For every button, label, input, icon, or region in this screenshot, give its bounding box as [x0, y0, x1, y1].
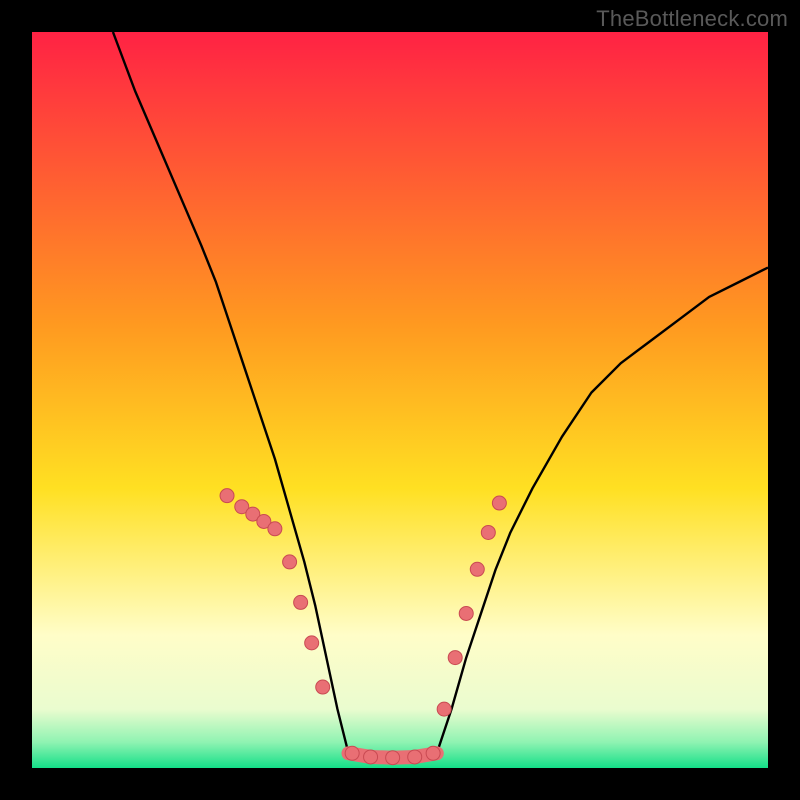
data-point — [386, 751, 400, 765]
data-point — [220, 489, 234, 503]
gradient-background — [32, 32, 768, 768]
data-point — [459, 606, 473, 620]
data-point — [345, 746, 359, 760]
watermark-text: TheBottleneck.com — [596, 6, 788, 32]
data-point — [268, 522, 282, 536]
plot-area — [32, 32, 768, 768]
bottleneck-chart — [32, 32, 768, 768]
data-point — [305, 636, 319, 650]
data-point — [316, 680, 330, 694]
data-point — [426, 746, 440, 760]
data-point — [448, 651, 462, 665]
data-point — [437, 702, 451, 716]
data-point — [492, 496, 506, 510]
data-point — [408, 750, 422, 764]
data-point — [481, 525, 495, 539]
data-point — [470, 562, 484, 576]
data-point — [364, 750, 378, 764]
chart-frame: TheBottleneck.com — [0, 0, 800, 800]
data-point — [294, 595, 308, 609]
data-point — [283, 555, 297, 569]
